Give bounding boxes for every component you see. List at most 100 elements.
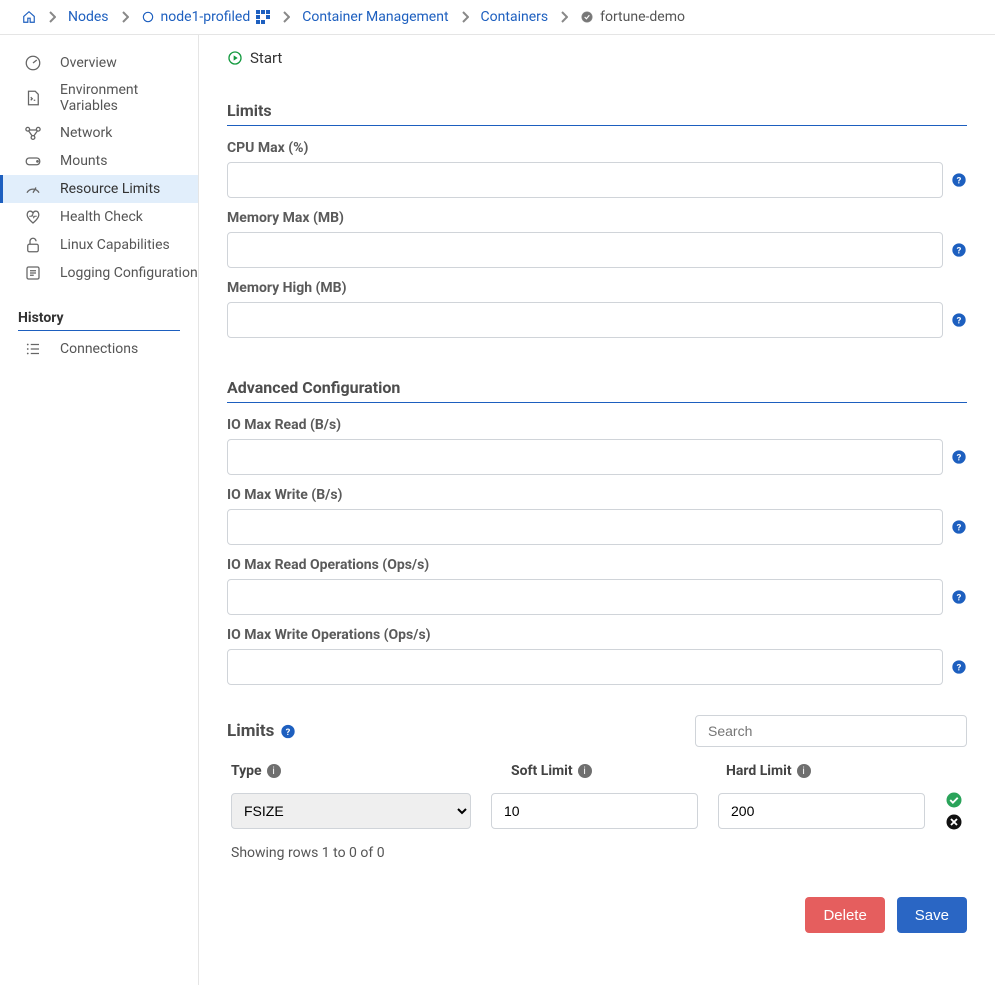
chevron-right-icon (560, 11, 568, 23)
mem-high-label: Memory High (MB) (227, 280, 967, 296)
sidebar-item-label: Logging Configuration (60, 265, 198, 281)
sidebar-item-label: Network (60, 125, 112, 141)
io-read-label: IO Max Read (B/s) (227, 417, 967, 433)
io-write-input[interactable] (227, 509, 943, 545)
sidebar-item-label: Linux Capabilities (60, 237, 170, 253)
limits-table-title: Limits ? (227, 721, 296, 741)
sidebar-item-label: Mounts (60, 153, 107, 169)
io-read-input[interactable] (227, 439, 943, 475)
gauge-icon (24, 54, 42, 72)
start-label: Start (250, 49, 282, 67)
cpu-max-input[interactable] (227, 162, 943, 198)
play-circle-icon (227, 50, 243, 66)
breadcrumb-current-label: fortune-demo (600, 9, 685, 25)
info-icon[interactable]: i (797, 764, 811, 778)
sidebar-item-label: Resource Limits (60, 181, 160, 197)
qr-icon (256, 10, 270, 24)
help-icon[interactable]: ? (951, 449, 967, 465)
breadcrumb-container-mgmt[interactable]: Container Management (302, 9, 448, 25)
table-showing-text: Showing rows 1 to 0 of 0 (227, 845, 967, 861)
breadcrumb-current: fortune-demo (580, 9, 685, 25)
help-icon[interactable]: ? (951, 519, 967, 535)
sidebar: Overview Environment Variables Network M… (0, 35, 199, 985)
svg-text:?: ? (957, 315, 962, 326)
sidebar-item-network[interactable]: Network (0, 119, 198, 147)
save-button[interactable]: Save (897, 897, 967, 933)
hard-limit-input[interactable] (718, 793, 925, 829)
io-write-ops-input[interactable] (227, 649, 943, 685)
help-icon[interactable]: ? (280, 723, 296, 739)
circle-icon (141, 10, 155, 24)
unlock-icon (24, 236, 42, 254)
svg-text:?: ? (957, 662, 962, 673)
limits-table-row: FSIZE (227, 791, 967, 831)
svg-text:?: ? (957, 592, 962, 603)
limit-type-select[interactable]: FSIZE (231, 793, 471, 829)
sidebar-item-mounts[interactable]: Mounts (0, 147, 198, 175)
sidebar-item-health-check[interactable]: Health Check (0, 203, 198, 231)
info-icon[interactable]: i (267, 764, 281, 778)
help-icon[interactable]: ? (951, 242, 967, 258)
svg-text:?: ? (286, 726, 291, 737)
sidebar-item-resource-limits[interactable]: Resource Limits (0, 175, 198, 203)
sidebar-item-label: Overview (60, 55, 117, 71)
breadcrumb-containers[interactable]: Containers (481, 9, 549, 25)
heartbeat-icon (24, 208, 42, 226)
help-icon[interactable]: ? (951, 589, 967, 605)
soft-limit-input[interactable] (491, 793, 698, 829)
main-content: Start Limits CPU Max (%) ? Memory Max (M… (199, 35, 995, 985)
limits-search-input[interactable] (695, 715, 967, 747)
help-icon[interactable]: ? (951, 659, 967, 675)
breadcrumb-home[interactable] (22, 10, 36, 24)
limits-section-title: Limits (227, 101, 967, 126)
chevron-right-icon (121, 11, 129, 23)
remove-row-button[interactable] (945, 813, 963, 831)
col-soft-limit[interactable]: Soft Limit i (511, 763, 706, 779)
mem-high-input[interactable] (227, 302, 943, 338)
sidebar-item-overview[interactable]: Overview (0, 49, 198, 77)
svg-text:?: ? (957, 452, 962, 463)
col-hard-limit[interactable]: Hard Limit i (726, 763, 921, 779)
limits-table-header: Type i Soft Limit i Hard Limit i (227, 763, 967, 779)
svg-text:?: ? (957, 522, 962, 533)
sidebar-item-env-vars[interactable]: Environment Variables (0, 77, 198, 119)
breadcrumb-nodes[interactable]: Nodes (68, 9, 109, 25)
chevron-right-icon (48, 11, 56, 23)
sidebar-item-connections[interactable]: Connections (0, 335, 198, 363)
io-read-ops-label: IO Max Read Operations (Ops/s) (227, 557, 967, 573)
breadcrumb: Nodes node1-profiled Container Managemen… (0, 0, 995, 35)
meter-icon (24, 180, 42, 198)
mem-max-input[interactable] (227, 232, 943, 268)
sidebar-item-label: Health Check (60, 209, 143, 225)
confirm-row-button[interactable] (945, 791, 963, 809)
cpu-max-label: CPU Max (%) (227, 140, 967, 156)
start-button[interactable]: Start (227, 35, 282, 75)
sidebar-history-heading: History (18, 310, 180, 331)
svg-text:?: ? (957, 245, 962, 256)
sidebar-item-label: Connections (60, 341, 138, 357)
help-icon[interactable]: ? (951, 312, 967, 328)
mem-max-label: Memory Max (MB) (227, 210, 967, 226)
home-icon (22, 10, 36, 24)
list-numbered-icon (24, 340, 42, 358)
chevron-right-icon (461, 11, 469, 23)
sidebar-item-logging[interactable]: Logging Configuration (0, 259, 198, 287)
check-circle-icon (580, 10, 594, 24)
info-icon[interactable]: i (578, 764, 592, 778)
advanced-section-title: Advanced Configuration (227, 378, 967, 403)
sidebar-item-linux-caps[interactable]: Linux Capabilities (0, 231, 198, 259)
network-icon (24, 124, 42, 142)
breadcrumb-node[interactable]: node1-profiled (141, 9, 271, 25)
list-icon (24, 264, 42, 282)
breadcrumb-node-label: node1-profiled (161, 9, 251, 25)
chevron-right-icon (282, 11, 290, 23)
io-write-ops-label: IO Max Write Operations (Ops/s) (227, 627, 967, 643)
svg-text:?: ? (957, 175, 962, 186)
delete-button[interactable]: Delete (805, 897, 884, 933)
io-read-ops-input[interactable] (227, 579, 943, 615)
io-write-label: IO Max Write (B/s) (227, 487, 967, 503)
disk-icon (24, 152, 42, 170)
col-type[interactable]: Type i (231, 763, 491, 779)
help-icon[interactable]: ? (951, 172, 967, 188)
document-icon (24, 89, 42, 107)
